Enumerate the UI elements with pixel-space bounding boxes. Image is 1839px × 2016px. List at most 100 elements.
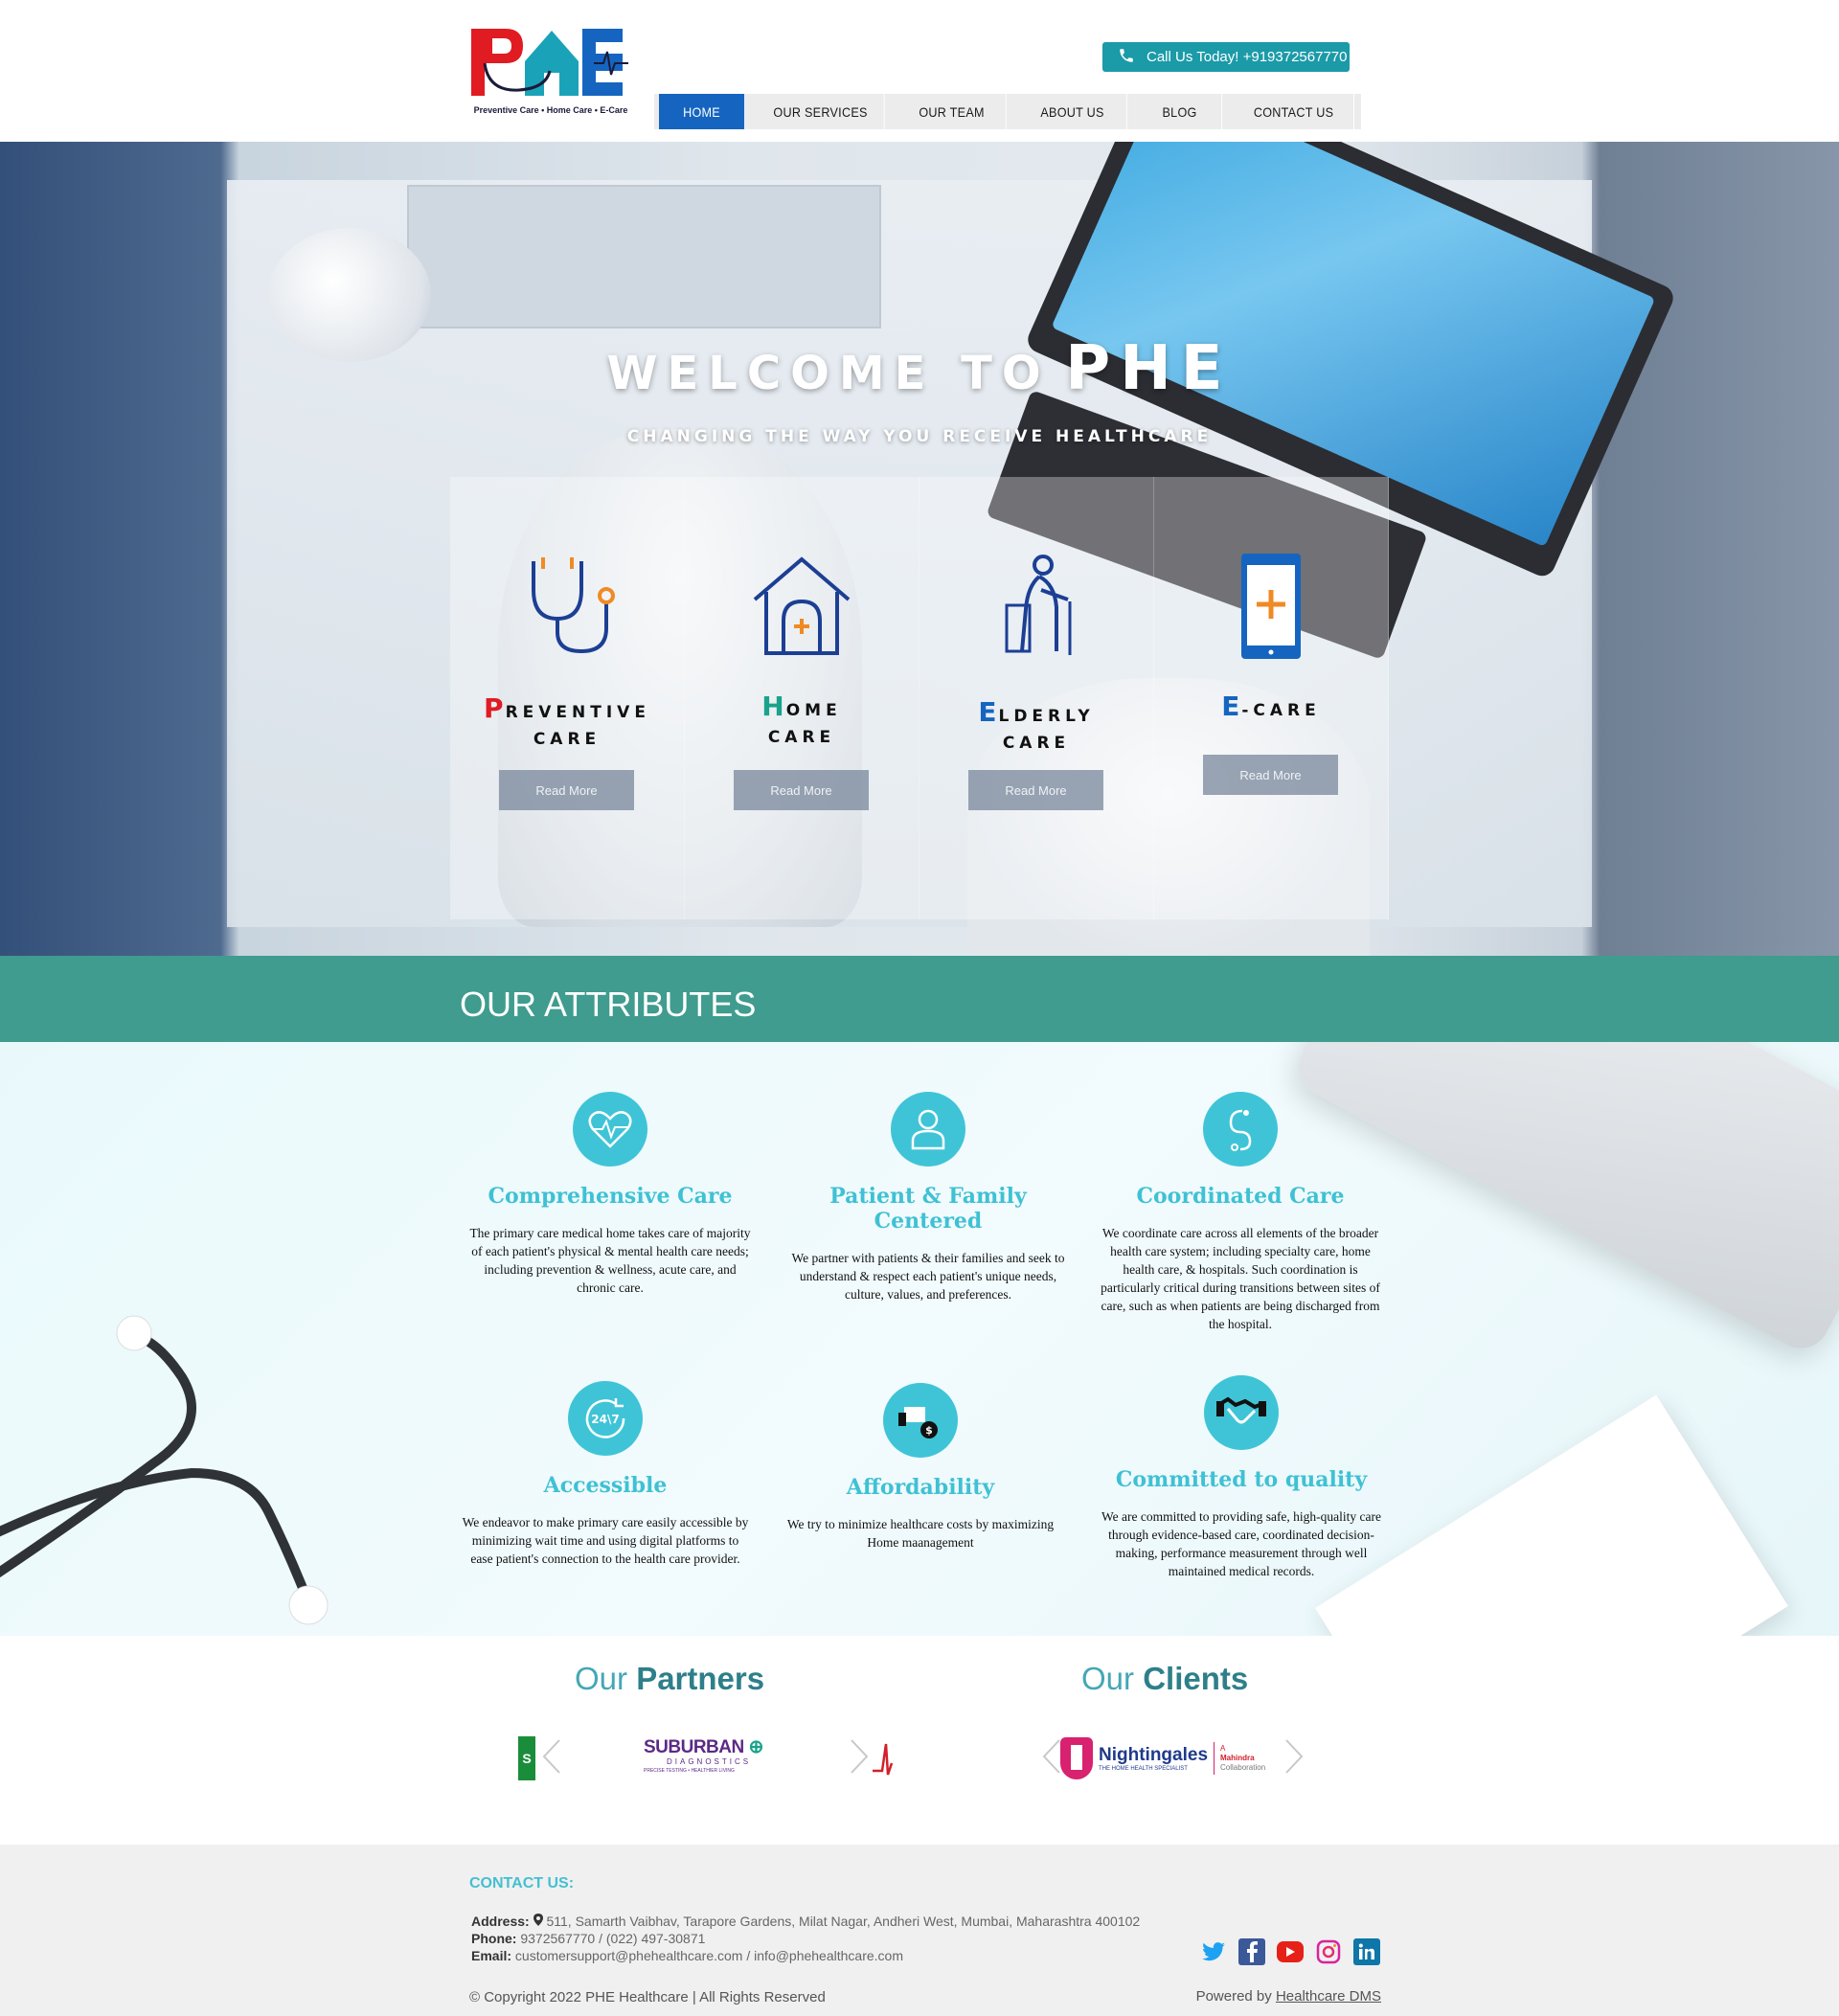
background-stethoscope bbox=[0, 1315, 329, 1625]
client-logo-tag: THE HOME HEALTH SPECIALIST bbox=[1099, 1766, 1188, 1772]
read-more-button[interactable]: Read More bbox=[968, 770, 1103, 810]
footer-email: Email: customersupport@phehealthcare.com… bbox=[471, 1948, 903, 1963]
elderly-icon bbox=[920, 552, 1153, 667]
client-logo-text: Nightingales THE HOME HEALTH SPECIALIST bbox=[1099, 1745, 1208, 1772]
attributes-heading: OUR ATTRIBUTES bbox=[460, 985, 757, 1024]
page: Preventive Care • Home Care • E-Care Cal… bbox=[0, 0, 1839, 2016]
partner-logo-name: SUBURBAN ⊕ bbox=[644, 1738, 778, 1757]
address-value: 511, Samarth Vaibhav, Tarapore Gardens, … bbox=[546, 1914, 1141, 1929]
client-logo-divider bbox=[1214, 1742, 1215, 1775]
client-logo-name: Nightingales bbox=[1099, 1745, 1209, 1765]
read-more-button[interactable]: Read More bbox=[734, 770, 869, 810]
service-initial: E bbox=[978, 696, 999, 728]
hero-banner: WELCOME TO PHE CHANGING THE WAY YOU RECE… bbox=[0, 142, 1839, 956]
service-initial: E bbox=[1221, 691, 1242, 722]
attribute-title: Committed to quality bbox=[1115, 1467, 1368, 1492]
attribute-committed-to-quality: Committed to quality We are committed to… bbox=[1098, 1375, 1385, 1580]
home-care-icon bbox=[685, 552, 919, 667]
money-hand-icon: $ bbox=[883, 1383, 958, 1458]
attribute-patient-family-centered: Patient & Family Centered We partner wit… bbox=[784, 1092, 1072, 1303]
footer-contact-heading: CONTACT US: bbox=[469, 1875, 575, 1891]
attribute-accessible: 24\7 Accessible We endeavor to make prim… bbox=[462, 1381, 749, 1568]
service-title-elderly: ELDERLY CARE bbox=[920, 699, 1153, 757]
clients-next-arrow[interactable] bbox=[1284, 1738, 1304, 1781]
social-links bbox=[1200, 1938, 1380, 1965]
attribute-text: We try to minimize healthcare costs by m… bbox=[786, 1517, 1055, 1550]
location-pin-icon bbox=[533, 1914, 547, 1929]
globe-icon: ⊕ bbox=[743, 1737, 764, 1757]
phe-logo[interactable]: Preventive Care • Home Care • E-Care bbox=[469, 23, 632, 119]
nav-blog[interactable]: BLOG bbox=[1138, 94, 1223, 129]
hero-title-welcome: WELCOME TO bbox=[606, 347, 1051, 400]
client-collab: A Mahindra Collaboration bbox=[1220, 1744, 1265, 1773]
nav-about-us[interactable]: ABOUT US bbox=[1018, 94, 1127, 129]
collab-brand: Mahindra bbox=[1220, 1754, 1255, 1762]
attributes-heading-band: OUR ATTRIBUTES bbox=[0, 956, 1839, 1042]
powered-by: Powered by Healthcare DMS bbox=[1196, 1988, 1381, 2005]
attribute-title: Patient & Family Centered bbox=[829, 1184, 1027, 1234]
healthcare-dms-link[interactable]: Healthcare DMS bbox=[1276, 1988, 1381, 2005]
phone-icon bbox=[1118, 47, 1135, 68]
instagram-icon[interactable] bbox=[1315, 1938, 1342, 1965]
copyright-text: © Copyright 2022 PHE Healthcare | All Ri… bbox=[469, 1989, 826, 2005]
partner-logo-suburban[interactable]: SUBURBAN ⊕ DIAGNOSTICS PRECISE TESTING •… bbox=[644, 1738, 778, 1778]
service-initial: P bbox=[484, 692, 506, 724]
twitter-icon[interactable] bbox=[1200, 1938, 1227, 1965]
address-label: Address: bbox=[471, 1914, 530, 1929]
stethoscope-icon bbox=[450, 552, 684, 667]
powered-by-prefix: Powered by bbox=[1195, 1988, 1272, 2005]
svg-text:$: $ bbox=[925, 1424, 933, 1437]
partners-next-arrow[interactable] bbox=[850, 1738, 869, 1781]
service-title-preventive: PREVENTIVE CARE bbox=[450, 695, 684, 753]
partner-logo-sub: DIAGNOSTICS bbox=[667, 1757, 752, 1766]
service-title-line2: CARE bbox=[1002, 734, 1071, 753]
service-cards: PREVENTIVE CARE Read More HOME CARE Read… bbox=[450, 477, 1389, 919]
attribute-text: We partner with patients & their familie… bbox=[791, 1251, 1065, 1302]
site-header: Preventive Care • Home Care • E-Care Cal… bbox=[0, 0, 1839, 142]
service-title-ecare: E-CARE bbox=[1154, 693, 1388, 724]
service-title-home: HOME CARE bbox=[685, 693, 919, 751]
email-value[interactable]: customersupport@phehealthcare.com / info… bbox=[515, 1948, 903, 1963]
partners-prev-arrow[interactable] bbox=[542, 1738, 561, 1781]
youtube-icon[interactable] bbox=[1277, 1941, 1304, 1962]
attribute-title: Comprehensive Care bbox=[488, 1184, 733, 1209]
call-us-button[interactable]: Call Us Today! +919372567770 bbox=[1102, 42, 1350, 72]
read-more-button[interactable]: Read More bbox=[1203, 755, 1338, 795]
attribute-text: The primary care medical home takes care… bbox=[469, 1226, 751, 1295]
site-footer: CONTACT US: Address: 511, Samarth Vaibha… bbox=[0, 1845, 1839, 2016]
email-label: Email: bbox=[471, 1948, 512, 1963]
attribute-comprehensive-care: Comprehensive Care The primary care medi… bbox=[466, 1092, 754, 1297]
service-card-ecare: E-CARE Read More bbox=[1154, 477, 1389, 919]
call-us-label: Call Us Today! +919372567770 bbox=[1147, 49, 1348, 65]
phone-value[interactable]: 9372567770 / (022) 497-30871 bbox=[520, 1931, 705, 1946]
hero-title: WELCOME TO PHE bbox=[0, 333, 1839, 404]
client-logo-nightingales[interactable]: Nightingales THE HOME HEALTH SPECIALIST … bbox=[1060, 1734, 1290, 1782]
service-card-elderly: ELDERLY CARE Read More bbox=[920, 477, 1154, 919]
phone-label: Phone: bbox=[471, 1931, 517, 1946]
stethoscope-icon bbox=[1203, 1092, 1278, 1167]
partner-logo-partial-left: S bbox=[518, 1736, 535, 1780]
nav-our-team[interactable]: OUR TEAM bbox=[897, 94, 1007, 129]
hero-background-tray bbox=[407, 185, 881, 328]
service-title-line2: CARE bbox=[767, 728, 836, 747]
nightingales-badge-icon bbox=[1060, 1737, 1093, 1779]
facebook-icon[interactable] bbox=[1238, 1938, 1265, 1965]
nav-home[interactable]: HOME bbox=[659, 94, 745, 129]
user-icon bbox=[891, 1092, 965, 1167]
linkedin-icon[interactable] bbox=[1353, 1938, 1380, 1965]
nav-our-services[interactable]: OUR SERVICES bbox=[757, 94, 885, 129]
service-initial: H bbox=[761, 691, 786, 722]
partner-logo-partial-right bbox=[873, 1736, 896, 1780]
attribute-title: Accessible bbox=[543, 1473, 668, 1498]
footer-address: Address: 511, Samarth Vaibhav, Tarapore … bbox=[471, 1914, 1140, 1929]
logo-tagline: Preventive Care • Home Care • E-Care bbox=[473, 105, 628, 115]
service-card-preventive: PREVENTIVE CARE Read More bbox=[450, 477, 685, 919]
read-more-button[interactable]: Read More bbox=[499, 770, 634, 810]
attribute-text: We endeavor to make primary care easily … bbox=[462, 1515, 749, 1566]
attribute-affordability: $ Affordability We try to minimize healt… bbox=[777, 1383, 1064, 1552]
clients-prev-arrow[interactable] bbox=[1042, 1738, 1061, 1781]
service-title-rest: REVENTIVE bbox=[505, 703, 650, 722]
main-nav: HOME OUR SERVICES OUR TEAM ABOUT US BLOG… bbox=[654, 94, 1361, 129]
nav-contact-us[interactable]: CONTACT US bbox=[1234, 94, 1354, 129]
attribute-coordinated-care: Coordinated Care We coordinate care acro… bbox=[1097, 1092, 1384, 1333]
